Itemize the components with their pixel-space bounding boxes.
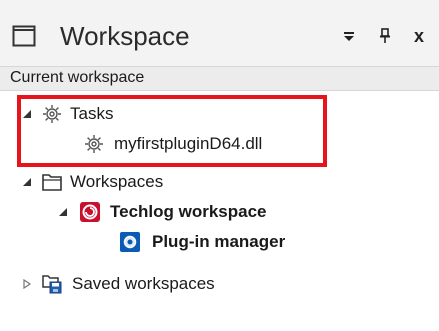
folder-icon: [40, 170, 64, 194]
tree-item-techlog-workspace[interactable]: Techlog workspace: [56, 197, 267, 227]
collapsed-arrow-icon[interactable]: [20, 277, 34, 291]
plugin-manager-label: Plug-in manager: [152, 232, 286, 251]
dropdown-arrow-icon[interactable]: [339, 26, 359, 46]
tasks-label: Tasks: [70, 104, 114, 123]
current-workspace-label: Current workspace: [10, 69, 145, 86]
tree-item-tasks[interactable]: Tasks: [20, 99, 113, 129]
current-workspace-header: Current workspace: [0, 66, 439, 91]
panel-title: Workspace: [60, 21, 190, 51]
workspaces-label: Workspaces: [70, 172, 164, 191]
plugin-dll-label: myfirstpluginD64.dll: [114, 134, 263, 153]
tree-item-workspaces[interactable]: Workspaces: [20, 167, 163, 197]
plugin-manager-icon: [118, 230, 142, 254]
gear-icon: [82, 132, 106, 156]
gear-icon: [40, 102, 64, 126]
saved-folder-icon: [40, 272, 64, 296]
tree-item-plugin-manager[interactable]: Plug-in manager: [118, 227, 285, 257]
pin-icon[interactable]: [375, 26, 395, 46]
expanded-arrow-icon[interactable]: [20, 175, 34, 189]
saved-workspaces-label: Saved workspaces: [72, 274, 215, 293]
panel-titlebar: Workspace x: [0, 0, 439, 66]
workspace-tree: Tasks myfirstpluginD64.dll Workspaces Te…: [0, 90, 439, 331]
techlog-workspace-label: Techlog workspace: [110, 202, 267, 221]
tree-item-plugin-dll[interactable]: myfirstpluginD64.dll: [82, 129, 262, 159]
close-icon[interactable]: x: [409, 26, 429, 46]
techlog-icon: [78, 200, 102, 224]
window-icon: [12, 25, 36, 47]
expanded-arrow-icon[interactable]: [56, 205, 70, 219]
tree-item-saved-workspaces[interactable]: Saved workspaces: [20, 269, 215, 299]
expanded-arrow-icon[interactable]: [20, 107, 34, 121]
